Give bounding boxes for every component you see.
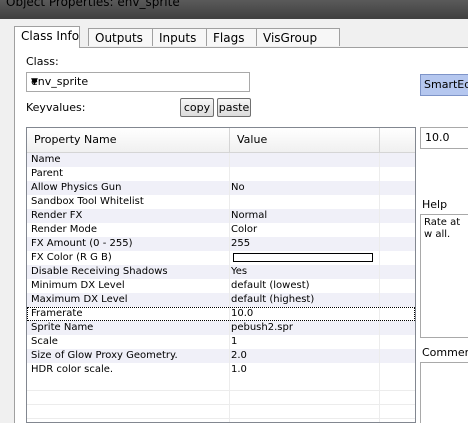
property-value: Color — [231, 224, 258, 235]
table-row[interactable]: Parent — [27, 167, 415, 181]
table-row[interactable]: Sprite Name pebush2.spr — [27, 321, 415, 335]
property-value: No — [231, 182, 245, 193]
table-row[interactable]: Render Mode Color — [27, 223, 415, 237]
tab-inputs[interactable]: Inputs — [152, 28, 208, 46]
table-row[interactable]: Allow Physics Gun No — [27, 181, 415, 195]
tab-label: VisGroup — [263, 31, 318, 45]
property-name: FX Color (R G B) — [31, 252, 112, 263]
table-row[interactable]: Name — [27, 153, 415, 167]
class-label: Class: — [26, 55, 59, 68]
table-row[interactable]: Sandbox Tool Whitelist — [27, 195, 415, 209]
empty-row-line — [27, 418, 415, 419]
table-row[interactable]: Scale 1 — [27, 335, 415, 349]
table-row[interactable]: HDR color scale. 1.0 — [27, 363, 415, 377]
property-value: Normal — [231, 210, 268, 221]
property-name: Disable Receiving Shadows — [31, 266, 168, 277]
class-select[interactable]: env_sprite ▼ — [26, 72, 250, 92]
title-bar: Object Properties: env_sprite — [0, 0, 468, 19]
property-name: Framerate — [31, 308, 83, 319]
property-name: HDR color scale. — [31, 364, 114, 375]
property-name: Render Mode — [31, 224, 98, 235]
column-divider — [379, 153, 380, 422]
help-text-box: Rate at w all. — [420, 214, 468, 338]
property-name: Parent — [31, 168, 64, 179]
property-name: Scale — [31, 336, 58, 347]
property-name: Minimum DX Level — [31, 280, 125, 291]
table-row[interactable]: Render FX Normal — [27, 209, 415, 223]
property-name: FX Amount (0 - 255) — [31, 238, 133, 249]
property-value: pebush2.spr — [231, 322, 293, 333]
property-name: Sandbox Tool Whitelist — [31, 196, 144, 207]
property-value: Yes — [231, 266, 248, 277]
tab-outputs[interactable]: Outputs — [88, 28, 154, 46]
property-name: Name — [31, 154, 61, 165]
property-value: 255 — [231, 238, 251, 249]
empty-row-line — [27, 404, 415, 405]
table-row[interactable]: Size of Glow Proxy Geometry. 2.0 — [27, 349, 415, 363]
property-name: Allow Physics Gun — [31, 182, 122, 193]
tab-label: Class Info — [21, 29, 80, 43]
column-header-property[interactable]: Property Name — [27, 128, 230, 152]
column-divider — [229, 153, 230, 422]
table-row[interactable]: Disable Receiving Shadows Yes — [27, 265, 415, 279]
value-input[interactable]: 10.0 — [420, 127, 468, 149]
property-value: 2.0 — [231, 350, 247, 361]
table-row[interactable]: Minimum DX Level default (lowest) — [27, 279, 415, 293]
window-title: Object Properties: env_sprite — [6, 0, 180, 9]
property-name: Size of Glow Proxy Geometry. — [31, 350, 178, 361]
tab-label: Flags — [213, 31, 245, 45]
property-value: 1 — [231, 336, 238, 347]
keyvalues-label: Keyvalues: — [26, 101, 86, 114]
tab-label: Inputs — [159, 31, 197, 45]
tab-class-info[interactable]: Class Info — [14, 26, 80, 48]
property-value: 10.0 — [231, 308, 254, 319]
help-label: Help — [422, 198, 448, 211]
empty-row-line — [27, 390, 415, 391]
property-name: Sprite Name — [31, 322, 94, 333]
color-swatch[interactable] — [233, 253, 373, 262]
column-header-value[interactable]: Value — [230, 128, 380, 152]
property-value: default (highest) — [231, 294, 315, 305]
paste-button[interactable]: paste — [217, 98, 251, 117]
keyvalues-table[interactable]: Property Name Value Name Parent Allow Phys… — [26, 127, 416, 423]
dropdown-arrow-icon: ▼ — [31, 77, 38, 87]
comments-label: Comments — [422, 346, 468, 359]
table-header: Property Name Value — [27, 128, 415, 153]
property-value: 1.0 — [231, 364, 247, 375]
property-name: Render FX — [31, 210, 83, 221]
property-value: default (lowest) — [231, 280, 310, 291]
property-name: Maximum DX Level — [31, 294, 128, 305]
table-row[interactable]: Framerate 10.0 — [27, 307, 415, 321]
smartedit-button[interactable]: SmartEdit — [420, 74, 468, 96]
table-row[interactable]: FX Color (R G B) — [27, 251, 415, 265]
copy-button[interactable]: copy — [180, 98, 214, 117]
table-row[interactable]: FX Amount (0 - 255) 255 — [27, 237, 415, 251]
tab-flags[interactable]: Flags — [206, 28, 258, 46]
tab-label: Outputs — [95, 31, 143, 45]
comments-input[interactable] — [420, 362, 468, 423]
table-row[interactable]: Maximum DX Level default (highest) — [27, 293, 415, 307]
tab-visgroup[interactable]: VisGroup — [256, 28, 340, 46]
